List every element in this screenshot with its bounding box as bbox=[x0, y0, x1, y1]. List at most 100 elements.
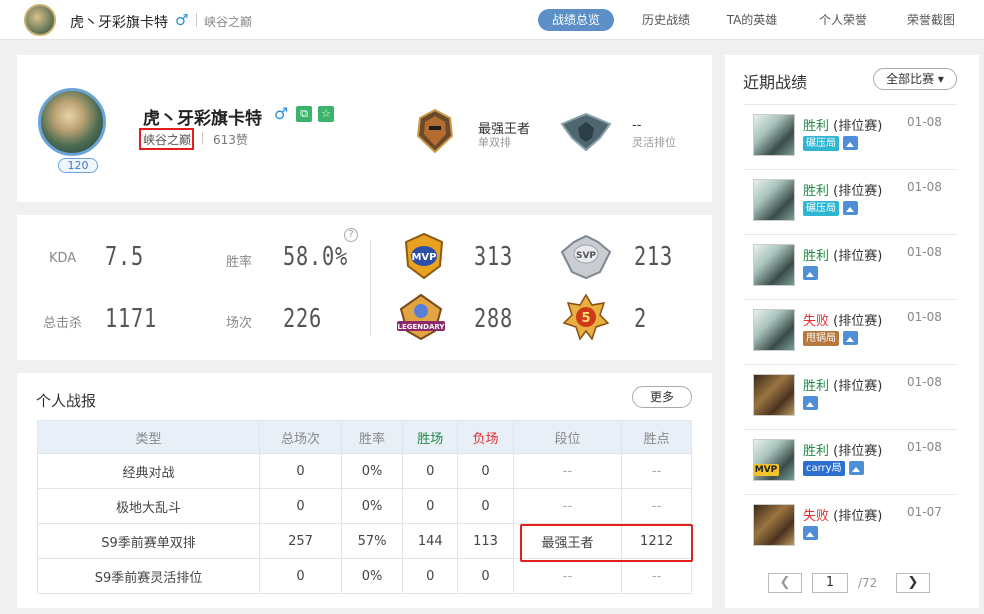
champion-avatar bbox=[753, 114, 795, 156]
table-cell: 144 bbox=[402, 523, 459, 559]
tab-overview[interactable]: 战绩总览 bbox=[538, 9, 614, 31]
tab-history[interactable]: 历史战绩 bbox=[634, 9, 698, 31]
table-cell: 113 bbox=[457, 523, 514, 559]
male-icon: ♂ bbox=[175, 11, 189, 29]
likes-count: 613赞 bbox=[213, 133, 248, 147]
match-item[interactable]: 失败 (排位赛) 01-07 bbox=[743, 494, 957, 558]
page-input[interactable]: 1 bbox=[812, 573, 848, 593]
table-cell: 0 bbox=[402, 488, 459, 524]
legendary-medal-icon: LEGENDARY bbox=[397, 293, 445, 341]
match-item[interactable]: 胜利 (排位赛) 01-08 碾压局 bbox=[743, 104, 957, 168]
kda-value: 7.5 bbox=[105, 242, 144, 272]
match-result: 胜利 (排位赛) bbox=[803, 180, 882, 199]
star-icon[interactable]: ☆ bbox=[318, 106, 334, 122]
tab-champions[interactable]: TA的英雄 bbox=[720, 9, 784, 31]
champion-avatar bbox=[753, 244, 795, 286]
table-cell: 0 bbox=[259, 488, 342, 524]
col-wins: 胜场 bbox=[402, 420, 459, 454]
match-item[interactable]: 胜利 (排位赛) 01-08 碾压局 bbox=[743, 169, 957, 233]
tab-screenshots[interactable]: 荣誉截图 bbox=[896, 9, 966, 31]
table-cell: 57% bbox=[340, 523, 404, 559]
image-icon[interactable] bbox=[803, 526, 818, 540]
match-mode: (排位赛) bbox=[833, 444, 883, 459]
table-cell: 0% bbox=[340, 488, 404, 524]
result-label: 胜利 bbox=[803, 249, 830, 264]
match-tags: carry局 bbox=[803, 460, 864, 476]
games-value: 226 bbox=[283, 304, 322, 334]
image-icon[interactable] bbox=[848, 461, 864, 475]
match-item[interactable]: 胜利 (排位赛) 01-08 bbox=[743, 234, 957, 298]
next-page-button[interactable]: ❯ bbox=[896, 573, 930, 593]
match-item[interactable]: MVP 胜利 (排位赛) 01-08 carry局 bbox=[743, 429, 957, 493]
match-mode: (排位赛) bbox=[833, 509, 883, 524]
match-tags: 碾压局 bbox=[803, 135, 858, 151]
image-icon[interactable] bbox=[803, 266, 818, 280]
match-tags bbox=[803, 395, 818, 411]
result-label: 胜利 bbox=[803, 184, 830, 199]
kills-label: 总击杀 bbox=[43, 316, 83, 331]
svp-count: 213 bbox=[634, 242, 673, 272]
male-icon: ♂ bbox=[274, 104, 289, 123]
champion-avatar bbox=[753, 309, 795, 351]
table-cell: 0 bbox=[402, 453, 459, 489]
match-result: 胜利 (排位赛) bbox=[803, 375, 882, 394]
match-result: 胜利 (排位赛) bbox=[803, 115, 882, 134]
match-result: 失败 (排位赛) bbox=[803, 505, 882, 524]
match-tag: 甩锅局 bbox=[803, 330, 839, 346]
server-name: 峡谷之巅 bbox=[204, 15, 253, 29]
image-icon[interactable] bbox=[803, 396, 818, 410]
profile-server: 峡谷之巅 bbox=[143, 133, 192, 147]
avatar[interactable] bbox=[24, 4, 56, 36]
image-icon[interactable] bbox=[843, 136, 858, 150]
table-cell: -- bbox=[512, 558, 623, 594]
games-label: 场次 bbox=[226, 316, 253, 331]
match-tags bbox=[803, 265, 818, 281]
table-cell: -- bbox=[621, 488, 692, 524]
challenger-emblem-icon bbox=[416, 108, 454, 154]
match-item[interactable]: 失败 (排位赛) 01-08 甩锅局 bbox=[743, 299, 957, 363]
recent-title: 近期战绩 bbox=[743, 73, 808, 92]
table-cell: 0 bbox=[402, 558, 459, 594]
result-label: 失败 bbox=[803, 314, 830, 329]
help-icon[interactable]: ? bbox=[344, 228, 358, 242]
svg-text:MVP: MVP bbox=[411, 252, 436, 263]
col-type: 类型 bbox=[36, 420, 261, 454]
tab-honors[interactable]: 个人荣誉 bbox=[808, 9, 878, 31]
svg-text:5: 5 bbox=[581, 311, 590, 326]
table-row: S9季前赛灵活排位 0 0% 0 0 -- -- bbox=[36, 558, 692, 594]
filter-dropdown[interactable]: 全部比赛 ▾ bbox=[873, 68, 957, 90]
col-rank: 段位 bbox=[512, 420, 623, 454]
image-icon[interactable] bbox=[843, 331, 858, 345]
match-tag: carry局 bbox=[803, 460, 845, 476]
image-icon[interactable] bbox=[843, 201, 858, 215]
more-button[interactable]: 更多 bbox=[632, 386, 692, 408]
match-result: 胜利 (排位赛) bbox=[803, 440, 882, 459]
unranked-emblem-icon bbox=[560, 112, 612, 152]
col-winrate: 胜率 bbox=[340, 420, 404, 454]
winrate-label: 胜率 bbox=[226, 255, 253, 270]
col-lp: 胜点 bbox=[621, 420, 692, 454]
match-tag: 碾压局 bbox=[803, 135, 839, 151]
table-cell: 0 bbox=[457, 488, 514, 524]
divider bbox=[196, 13, 197, 27]
match-tag: 碾压局 bbox=[803, 200, 839, 216]
table-cell: -- bbox=[621, 453, 692, 489]
kills-value: 1171 bbox=[105, 304, 157, 334]
table-row: 经典对战 0 0% 0 0 -- -- bbox=[36, 453, 692, 489]
table-cell: 0% bbox=[340, 453, 404, 489]
table-cell: 0 bbox=[259, 453, 342, 489]
flex-rank-title: -- bbox=[632, 118, 642, 133]
copy-icon[interactable]: ⧉ bbox=[296, 106, 312, 122]
profile-name: 虎丶牙彩旗卡特 bbox=[143, 109, 262, 129]
mvp-badge: MVP bbox=[753, 464, 779, 476]
match-item[interactable]: 胜利 (排位赛) 01-08 bbox=[743, 364, 957, 428]
report-table: 类型 总场次 胜率 胜场 负场 段位 胜点 经典对战 0 0% 0 0 -- -- 极地大乱斗… bbox=[36, 420, 692, 594]
table-cell: 0 bbox=[259, 558, 342, 594]
match-mode: (排位赛) bbox=[833, 184, 883, 199]
champion-avatar bbox=[753, 374, 795, 416]
prev-page-button[interactable]: ❮ bbox=[768, 573, 802, 593]
table-cell: S9季前赛灵活排位 bbox=[36, 558, 261, 594]
winrate-value: 58.0% bbox=[283, 242, 348, 272]
summoner-name: 虎丶牙彩旗卡特 bbox=[70, 15, 168, 31]
table-header-row: 类型 总场次 胜率 胜场 负场 段位 胜点 bbox=[36, 420, 692, 454]
